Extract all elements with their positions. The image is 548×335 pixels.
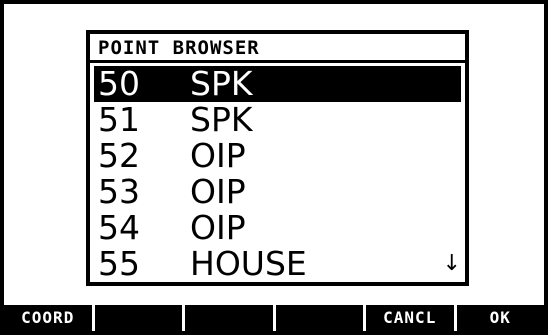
blank-softkey-3[interactable] — [185, 305, 273, 331]
point-description: OIP — [190, 208, 246, 247]
point-list[interactable]: 50 SPK 51 SPK 52 OIP 53 OIP 54 OIP 55 HO… — [94, 66, 461, 282]
point-number: 54 — [98, 208, 140, 247]
blank-softkey-4[interactable] — [275, 305, 363, 331]
point-description: OIP — [190, 136, 246, 175]
point-description: SPK — [190, 64, 253, 103]
point-browser-dialog: POINT BROWSER 50 SPK 51 SPK 52 OIP 53 OI… — [86, 30, 469, 286]
list-item[interactable]: 53 OIP — [94, 174, 461, 210]
softkey-bar: COORD CANCL OK — [4, 305, 544, 331]
list-item[interactable]: 51 SPK — [94, 102, 461, 138]
arrow-down-icon[interactable]: ↓ — [443, 246, 461, 282]
coord-softkey[interactable]: COORD — [4, 305, 92, 331]
cancel-softkey[interactable]: CANCL — [366, 305, 454, 331]
dialog-title: POINT BROWSER — [98, 37, 260, 59]
list-item[interactable]: 52 OIP — [94, 138, 461, 174]
title-divider — [90, 60, 465, 63]
point-description: SPK — [190, 100, 253, 139]
point-number: 52 — [98, 136, 140, 175]
arrow-up-icon[interactable]: ↑ — [443, 66, 461, 102]
blank-softkey-2[interactable] — [94, 305, 182, 331]
point-number: 51 — [98, 100, 140, 139]
point-number: 55 — [98, 244, 140, 283]
list-item[interactable]: 50 SPK — [94, 66, 461, 102]
list-item[interactable]: 55 HOUSE — [94, 246, 461, 282]
ok-softkey[interactable]: OK — [456, 305, 544, 331]
point-number: 50 — [98, 64, 140, 103]
point-number: 53 — [98, 172, 140, 211]
point-description: HOUSE — [190, 244, 307, 283]
list-item[interactable]: 54 OIP — [94, 210, 461, 246]
point-description: OIP — [190, 172, 246, 211]
